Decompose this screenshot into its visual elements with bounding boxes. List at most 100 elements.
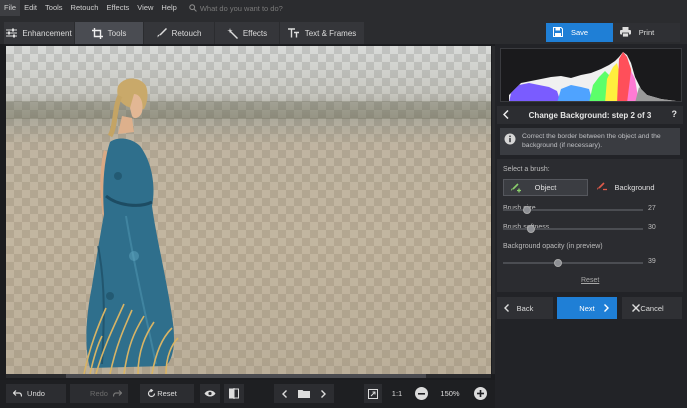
fit-screen-icon bbox=[368, 389, 378, 399]
zoom-in-button[interactable] bbox=[474, 387, 487, 400]
redo-icon bbox=[113, 390, 122, 397]
zoom-level: 150% bbox=[440, 389, 460, 398]
plus-icon bbox=[477, 390, 484, 397]
canvas-area bbox=[0, 44, 495, 380]
menu-retouch[interactable]: Retouch bbox=[67, 0, 103, 16]
hint-box: Correct the border between the object an… bbox=[500, 128, 680, 155]
reset-link[interactable]: Reset bbox=[581, 277, 599, 284]
right-panel: Change Background: step 2 of 3 ? Correct… bbox=[495, 44, 687, 408]
slider-knob[interactable] bbox=[522, 206, 531, 214]
tab-effects[interactable]: Effects bbox=[215, 22, 279, 44]
menu-edit[interactable]: Edit bbox=[20, 0, 41, 16]
eye-icon bbox=[204, 390, 216, 397]
histogram-graph bbox=[509, 52, 676, 101]
horizontal-scrollbar[interactable] bbox=[6, 374, 491, 378]
info-icon bbox=[504, 133, 516, 145]
compare-icon bbox=[229, 388, 239, 399]
slider-knob[interactable] bbox=[527, 225, 535, 233]
next-label: Next bbox=[579, 303, 595, 313]
scrollbar-thumb[interactable] bbox=[66, 374, 426, 378]
chevron-left-icon[interactable] bbox=[503, 110, 509, 119]
compare-button[interactable] bbox=[224, 384, 244, 403]
redo-button[interactable]: Redo bbox=[70, 384, 128, 403]
hint-text: Correct the border between the object an… bbox=[522, 133, 661, 149]
save-icon bbox=[553, 27, 563, 37]
background-opacity-slider[interactable] bbox=[503, 259, 643, 267]
search-icon bbox=[189, 4, 197, 12]
brush-icon bbox=[157, 28, 167, 38]
bottom-toolbar: Undo Redo Reset 1:1 150% bbox=[0, 380, 495, 408]
menu-help[interactable]: Help bbox=[157, 0, 180, 16]
brush-settings: Select a brush: Object Background Brush … bbox=[497, 159, 683, 292]
step-title: Change Background: step 2 of 3 bbox=[528, 110, 652, 120]
actual-size-button[interactable]: 1:1 bbox=[386, 384, 408, 403]
woman-figure bbox=[6, 78, 491, 374]
histogram bbox=[500, 48, 682, 102]
back-label: Back bbox=[516, 303, 534, 313]
object-brush-icon bbox=[511, 183, 521, 193]
cancel-label: Cancel bbox=[640, 303, 664, 313]
reset-button[interactable]: Reset bbox=[140, 384, 194, 403]
folder-icon[interactable] bbox=[298, 389, 310, 398]
background-brush-icon bbox=[597, 182, 607, 191]
chevron-right-icon bbox=[604, 304, 609, 312]
tab-label: Enhancement bbox=[22, 28, 72, 38]
slider-track bbox=[503, 228, 643, 230]
tab-label: Retouch bbox=[171, 28, 202, 38]
undo-icon bbox=[13, 390, 22, 397]
chevron-left-icon[interactable] bbox=[282, 390, 287, 398]
crop-icon bbox=[91, 27, 103, 39]
print-label: Print bbox=[638, 28, 655, 37]
redo-label: Redo bbox=[90, 389, 108, 398]
file-navigation bbox=[274, 384, 334, 403]
back-button[interactable]: Back bbox=[497, 297, 553, 319]
print-button[interactable]: Print bbox=[613, 23, 680, 42]
text-icon bbox=[287, 28, 299, 38]
slider-track bbox=[503, 262, 643, 264]
search-input[interactable] bbox=[199, 3, 340, 13]
minus-icon bbox=[418, 392, 425, 395]
brush-softness-value: 30 bbox=[648, 224, 656, 231]
next-button[interactable]: Next bbox=[557, 297, 617, 319]
tab-label: Text & Frames bbox=[304, 28, 357, 38]
undo-button[interactable]: Undo bbox=[6, 384, 66, 403]
select-brush-label: Select a brush: bbox=[503, 166, 550, 173]
reset-icon bbox=[147, 389, 156, 398]
menu-effects[interactable]: Effects bbox=[102, 0, 133, 16]
print-icon bbox=[620, 27, 631, 37]
tab-text-frames[interactable]: Text & Frames bbox=[280, 22, 364, 44]
background-opacity-value: 39 bbox=[648, 258, 656, 265]
background-brush-label: Background bbox=[614, 183, 655, 192]
brush-size-value: 27 bbox=[648, 205, 656, 212]
magic-wand-icon bbox=[227, 27, 238, 39]
search-box bbox=[185, 2, 344, 15]
brush-size-slider[interactable] bbox=[503, 206, 643, 214]
brush-softness-slider[interactable] bbox=[503, 225, 643, 233]
image-canvas[interactable] bbox=[6, 46, 491, 374]
save-button[interactable]: Save bbox=[546, 23, 613, 42]
slider-knob[interactable] bbox=[553, 259, 562, 267]
tab-tools[interactable]: Tools bbox=[75, 22, 143, 44]
object-brush-label: Object bbox=[534, 183, 557, 192]
menu-tools[interactable]: Tools bbox=[41, 0, 67, 16]
save-label: Save bbox=[570, 28, 589, 37]
tab-label: Tools bbox=[107, 28, 127, 38]
step-header: Change Background: step 2 of 3 ? bbox=[497, 106, 683, 124]
tab-retouch[interactable]: Retouch bbox=[144, 22, 214, 44]
cancel-button[interactable]: Cancel bbox=[622, 297, 682, 319]
fit-to-screen-button[interactable] bbox=[364, 384, 382, 403]
undo-label: Undo bbox=[27, 389, 45, 398]
tab-label: Effects bbox=[242, 28, 268, 38]
background-brush-button[interactable]: Background bbox=[592, 179, 677, 196]
close-icon bbox=[632, 304, 640, 312]
menu-bar: File Edit Tools Retouch Effects View Hel… bbox=[0, 0, 687, 16]
zoom-out-button[interactable] bbox=[415, 387, 428, 400]
preview-button[interactable] bbox=[200, 384, 220, 403]
menu-file[interactable]: File bbox=[0, 0, 21, 16]
object-brush-button[interactable]: Object bbox=[503, 179, 588, 196]
chevron-left-icon bbox=[504, 304, 509, 312]
help-button[interactable]: ? bbox=[672, 109, 678, 119]
tab-enhancement[interactable]: Enhancement bbox=[4, 22, 74, 44]
chevron-right-icon[interactable] bbox=[321, 390, 326, 398]
menu-view[interactable]: View bbox=[133, 0, 157, 16]
